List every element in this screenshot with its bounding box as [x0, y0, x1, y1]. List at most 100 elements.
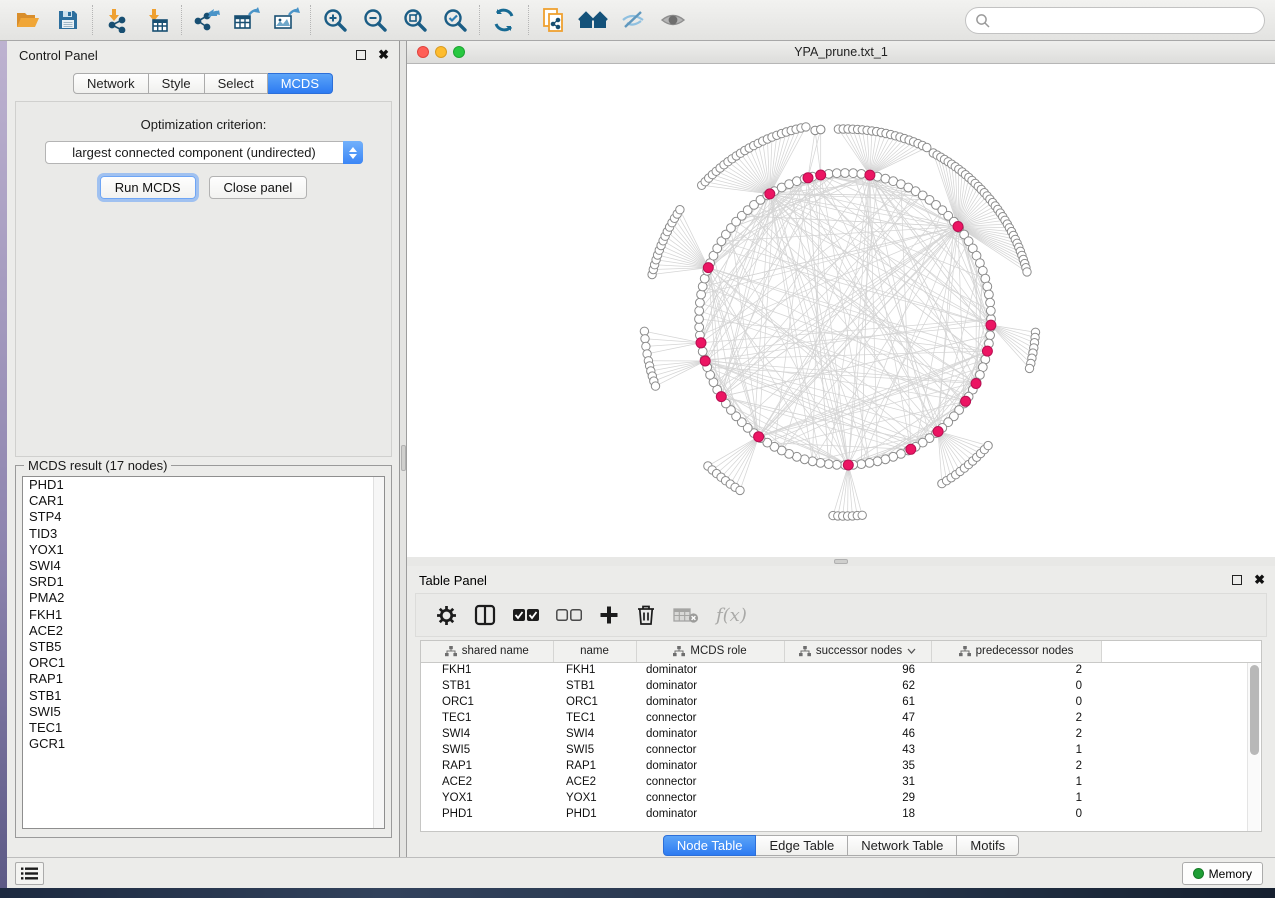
mcds-options-panel: Optimization criterion: largest connecte…: [15, 101, 392, 457]
mcds-result-item[interactable]: SWI4: [23, 558, 384, 574]
vertical-splitter[interactable]: [400, 41, 407, 857]
table-row[interactable]: ORC1ORC1dominator610: [421, 694, 1261, 710]
mcds-result-item[interactable]: STP4: [23, 509, 384, 525]
zoom-out-icon[interactable]: [355, 3, 395, 37]
criterion-select[interactable]: largest connected component (undirected): [45, 141, 363, 164]
mcds-result-item[interactable]: YOX1: [23, 542, 384, 558]
zoom-selected-icon[interactable]: [435, 3, 475, 37]
shared-column-icon: [673, 646, 685, 657]
import-table-icon[interactable]: [137, 3, 177, 37]
table-row[interactable]: STB1STB1dominator620: [421, 678, 1261, 694]
desktop-wallpaper-strip: [0, 888, 1275, 898]
control-panel-title: Control Panel: [19, 48, 356, 63]
open-file-icon[interactable]: [8, 3, 48, 37]
tab-select[interactable]: Select: [205, 73, 268, 94]
col-mcds-role[interactable]: MCDS role: [636, 641, 784, 662]
scrollbar-thumb[interactable]: [1250, 665, 1259, 755]
table-row[interactable]: ACE2ACE2connector311: [421, 774, 1261, 790]
mcds-result-item[interactable]: CAR1: [23, 493, 384, 509]
tab-network-table[interactable]: Network Table: [848, 835, 957, 856]
mcds-result-item[interactable]: SRD1: [23, 574, 384, 590]
optimization-criterion-label: Optimization criterion:: [16, 117, 391, 132]
float-panel-icon[interactable]: [1232, 575, 1242, 585]
control-panel-tabs: Network Style Select MCDS: [7, 73, 399, 94]
mcds-result-list[interactable]: PHD1CAR1STP4TID3YOX1SWI4SRD1PMA2FKH1ACE2…: [22, 476, 385, 829]
network-snapshot-icon[interactable]: [533, 3, 573, 37]
splitter-handle[interactable]: [401, 445, 406, 471]
export-table-icon[interactable]: [226, 3, 266, 37]
table-row[interactable]: TEC1TEC1connector472: [421, 710, 1261, 726]
export-network-icon[interactable]: [186, 3, 226, 37]
export-image-icon[interactable]: [266, 3, 306, 37]
mcds-result-item[interactable]: PHD1: [23, 477, 384, 493]
shared-column-icon: [445, 646, 457, 657]
import-network-icon[interactable]: [97, 3, 137, 37]
splitter-handle[interactable]: [834, 559, 848, 564]
mcds-result-item[interactable]: STB5: [23, 639, 384, 655]
first-neighbors-icon[interactable]: [573, 3, 613, 37]
tab-motifs[interactable]: Motifs: [957, 835, 1019, 856]
select-all-icon[interactable]: [513, 609, 539, 622]
search-input[interactable]: [991, 11, 1264, 31]
mcds-result-item[interactable]: SWI5: [23, 704, 384, 720]
tab-network[interactable]: Network: [73, 73, 149, 94]
memory-button[interactable]: Memory: [1182, 862, 1263, 885]
shared-column-icon: [799, 646, 811, 657]
list-scrollbar[interactable]: [373, 477, 384, 828]
tab-style[interactable]: Style: [149, 73, 205, 94]
search-box[interactable]: [965, 7, 1265, 34]
mcds-result-item[interactable]: PMA2: [23, 590, 384, 606]
mcds-result-title: MCDS result (17 nodes): [24, 458, 171, 473]
col-predecessor-nodes[interactable]: predecessor nodes: [931, 641, 1101, 662]
close-panel-icon[interactable]: ✖: [378, 47, 389, 63]
col-shared-name[interactable]: shared name: [421, 641, 553, 662]
table-row[interactable]: YOX1YOX1connector291: [421, 790, 1261, 806]
mcds-result-item[interactable]: RAP1: [23, 671, 384, 687]
close-panel-icon[interactable]: ✖: [1254, 572, 1265, 588]
zoom-in-icon[interactable]: [315, 3, 355, 37]
run-mcds-button[interactable]: Run MCDS: [100, 176, 196, 199]
mcds-result-item[interactable]: ACE2: [23, 623, 384, 639]
delete-table-icon: [673, 606, 699, 624]
save-session-icon[interactable]: [48, 3, 88, 37]
table-panel-title: Table Panel: [419, 573, 1232, 588]
table-settings-icon[interactable]: [436, 605, 457, 626]
horizontal-splitter[interactable]: [407, 557, 1275, 566]
add-column-icon[interactable]: [599, 605, 619, 625]
criterion-value: largest connected component (undirected): [46, 145, 343, 160]
network-graph[interactable]: [407, 64, 1273, 557]
delete-column-icon[interactable]: [636, 604, 656, 626]
refresh-icon[interactable]: [484, 3, 524, 37]
show-columns-icon[interactable]: [474, 604, 496, 626]
float-panel-icon[interactable]: [356, 50, 366, 60]
network-canvas[interactable]: [407, 64, 1273, 557]
mcds-result-item[interactable]: GCR1: [23, 736, 384, 752]
tab-edge-table[interactable]: Edge Table: [756, 835, 848, 856]
col-name[interactable]: name: [553, 641, 636, 662]
mcds-result-item[interactable]: STB1: [23, 688, 384, 704]
tab-mcds[interactable]: MCDS: [268, 73, 333, 94]
table-header-row: shared name name MCDS role successor nod…: [421, 641, 1261, 662]
mcds-result-item[interactable]: ORC1: [23, 655, 384, 671]
table-scrollbar[interactable]: [1247, 663, 1260, 832]
col-successor-nodes[interactable]: successor nodes: [784, 641, 931, 662]
table-row[interactable]: PHD1PHD1dominator180: [421, 806, 1261, 822]
mcds-result-item[interactable]: FKH1: [23, 607, 384, 623]
status-menu-button[interactable]: [15, 862, 44, 885]
close-panel-button[interactable]: Close panel: [209, 176, 308, 199]
mcds-result-item[interactable]: TID3: [23, 526, 384, 542]
mcds-result-item[interactable]: TEC1: [23, 720, 384, 736]
tab-node-table[interactable]: Node Table: [663, 835, 757, 856]
hide-selected-icon[interactable]: [613, 3, 653, 37]
table-row[interactable]: RAP1RAP1dominator352: [421, 758, 1261, 774]
network-window-titlebar[interactable]: YPA_prune.txt_1: [407, 41, 1275, 64]
table-row[interactable]: FKH1FKH1dominator962: [421, 662, 1261, 678]
deselect-all-icon[interactable]: [556, 609, 582, 622]
search-icon: [975, 13, 991, 29]
table-row[interactable]: SWI4SWI4dominator462: [421, 726, 1261, 742]
toolbar-separator: [310, 5, 311, 35]
table-row[interactable]: SWI5SWI5connector431: [421, 742, 1261, 758]
zoom-fit-icon[interactable]: [395, 3, 435, 37]
toolbar-separator: [528, 5, 529, 35]
show-all-icon[interactable]: [653, 3, 693, 37]
